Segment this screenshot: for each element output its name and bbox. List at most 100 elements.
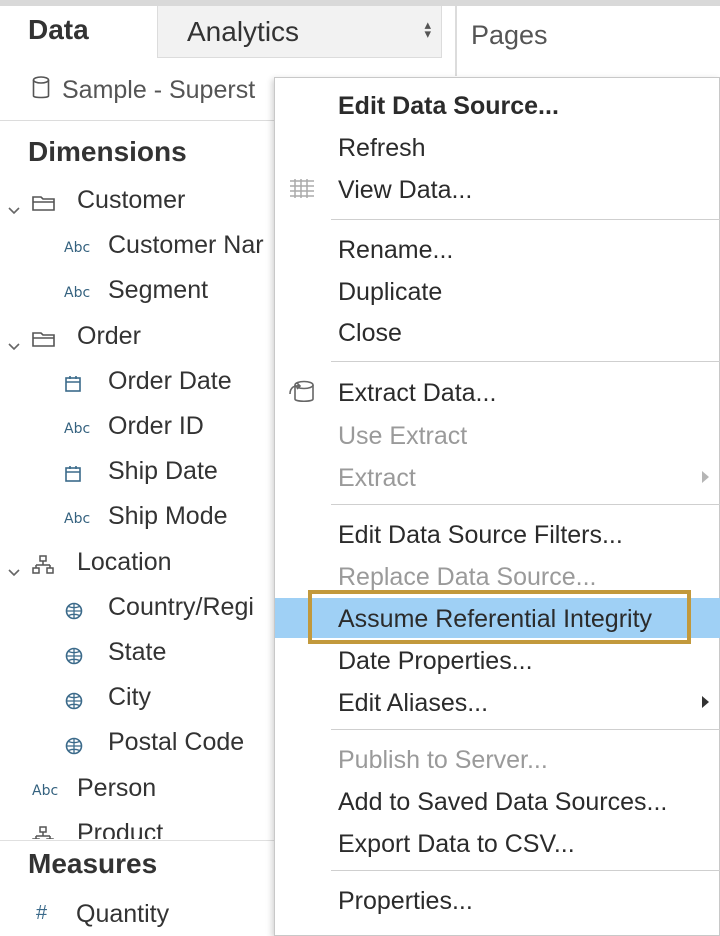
- chevron-down-icon[interactable]: [8, 331, 20, 351]
- menu-item-label: Edit Data Source Filters...: [338, 521, 623, 549]
- field-label: Postal Code: [108, 728, 245, 756]
- extract-icon: [287, 378, 317, 406]
- context-menu: Edit Data Source... Refresh View Data... Re…: [274, 77, 720, 936]
- calendar-icon: [64, 465, 82, 486]
- dimension-field[interactable]: Postal Code: [0, 728, 275, 762]
- measure-label: Quantity: [76, 900, 170, 928]
- chevron-down-icon[interactable]: [8, 557, 20, 577]
- menu-item-label: Edit Data Source...: [338, 92, 559, 120]
- hierarchy-icon: [32, 826, 54, 839]
- field-label: Segment: [108, 276, 209, 304]
- globe-icon: [64, 601, 84, 624]
- measures-divider: [0, 840, 280, 841]
- menu-item-label: Properties...: [338, 887, 473, 915]
- dimension-field[interactable]: Abc Customer Nar: [0, 231, 275, 265]
- menu-item-label: Publish to Server...: [338, 746, 548, 774]
- datasource-item[interactable]: Sample - Superst: [32, 76, 255, 106]
- globe-icon: [64, 646, 84, 669]
- abc-icon: Abc: [64, 240, 91, 256]
- menu-item-date-properties[interactable]: Date Properties...: [275, 640, 720, 680]
- field-label: Customer Nar: [108, 231, 264, 259]
- dimension-field[interactable]: Order Date: [0, 367, 275, 401]
- field-label: Order ID: [108, 412, 204, 440]
- menu-item-label: Date Properties...: [338, 647, 533, 675]
- menu-item-label: Add to Saved Data Sources...: [338, 788, 668, 816]
- menu-item-view-data[interactable]: View Data...: [275, 169, 720, 209]
- menu-item-refresh[interactable]: Refresh: [275, 127, 720, 167]
- field-label: Customer: [77, 186, 186, 214]
- menu-item-assume-referential-integrity[interactable]: Assume Referential Integrity: [275, 590, 720, 644]
- menu-item-edit-data-source[interactable]: Edit Data Source...: [275, 85, 720, 125]
- tab-analytics[interactable]: Analytics ▴ ▾: [157, 6, 442, 58]
- menu-item-add-to-saved-data-sources[interactable]: Add to Saved Data Sources...: [275, 781, 720, 821]
- submenu-arrow-icon: [702, 696, 709, 708]
- field-label: Order: [77, 322, 141, 350]
- hierarchy-icon: [32, 555, 54, 578]
- dimension-field[interactable]: Abc Order ID: [0, 412, 275, 446]
- dimension-field[interactable]: Abc Segment: [0, 276, 275, 310]
- menu-item-label: Close: [338, 319, 402, 347]
- menu-item-label: Assume Referential Integrity: [338, 605, 653, 633]
- menu-item-label: View Data...: [338, 176, 473, 204]
- menu-item-label: Edit Aliases...: [338, 689, 489, 717]
- field-label: Person: [77, 774, 157, 802]
- measures-heading: Measures: [28, 848, 158, 879]
- menu-separator: [331, 361, 720, 362]
- dimension-field[interactable]: City: [0, 683, 275, 717]
- field-label: Country/Regi: [108, 593, 254, 621]
- menu-item-export-data-to-csv[interactable]: Export Data to CSV...: [275, 823, 720, 863]
- field-label: Ship Mode: [108, 502, 228, 530]
- field-label: Ship Date: [108, 457, 218, 485]
- abc-icon: Abc: [64, 285, 91, 301]
- dimension-field[interactable]: Product: [0, 819, 275, 839]
- dimension-field[interactable]: Abc Person: [0, 774, 275, 808]
- datasource-name: Sample - Superst: [62, 76, 256, 105]
- menu-separator: [331, 504, 720, 505]
- menu-item-close[interactable]: Close: [275, 312, 720, 352]
- dimension-field[interactable]: Country/Regi: [0, 593, 275, 627]
- menu-item-label: Replace Data Source...: [338, 563, 597, 591]
- menu-item-extract: Extract: [275, 457, 720, 497]
- tab-analytics-label: Analytics: [187, 16, 300, 47]
- chevron-down-icon[interactable]: [8, 195, 20, 215]
- menu-separator: [331, 870, 720, 871]
- menu-separator: [331, 729, 720, 730]
- field-label: Order Date: [108, 367, 232, 395]
- globe-icon: [64, 736, 84, 759]
- menu-item-label: Refresh: [338, 134, 426, 162]
- submenu-arrow-icon: [702, 471, 709, 483]
- calendar-icon: [64, 375, 82, 396]
- menu-item-duplicate[interactable]: Duplicate: [275, 271, 720, 311]
- chevron-down-icon[interactable]: [8, 828, 20, 839]
- menu-item-properties[interactable]: Properties...: [275, 880, 720, 920]
- measure-field[interactable]: # Quantity: [0, 900, 270, 934]
- menu-item-extract-data[interactable]: Extract Data...: [275, 372, 720, 412]
- menu-item-rename[interactable]: Rename...: [275, 229, 720, 269]
- dimension-field[interactable]: Customer: [0, 186, 275, 220]
- dimension-field[interactable]: Order: [0, 322, 275, 356]
- dimension-field[interactable]: Ship Date: [0, 457, 275, 491]
- menu-item-edit-aliases[interactable]: Edit Aliases...: [275, 682, 720, 722]
- menu-item-label: Use Extract: [338, 422, 468, 450]
- field-label: State: [108, 638, 167, 666]
- abc-icon: Abc: [64, 421, 91, 437]
- dimension-field[interactable]: Location: [0, 548, 275, 582]
- pages-shelf[interactable]: Pages: [455, 6, 720, 76]
- globe-icon: [64, 691, 84, 714]
- pane-divider: [0, 120, 280, 121]
- menu-item-publish-to-server: Publish to Server...: [275, 739, 720, 779]
- menu-item-replace-data-source: Replace Data Source...: [275, 556, 720, 596]
- sort-arrows-icon: ▴ ▾: [424, 17, 431, 41]
- dimension-field[interactable]: Abc Ship Mode: [0, 502, 275, 536]
- menu-item-label: Extract: [338, 464, 416, 492]
- menu-item-edit-data-source-filters[interactable]: Edit Data Source Filters...: [275, 514, 720, 554]
- database-icon: [32, 76, 50, 107]
- menu-item-label: Duplicate: [338, 278, 443, 306]
- tab-data[interactable]: Data: [28, 14, 89, 46]
- view-data-icon: [287, 175, 317, 203]
- hash-icon: #: [36, 902, 48, 924]
- dimensions-heading: Dimensions: [28, 136, 187, 167]
- menu-item-label: Export Data to CSV...: [338, 830, 575, 858]
- dimension-field[interactable]: State: [0, 638, 275, 672]
- menu-separator: [331, 219, 720, 220]
